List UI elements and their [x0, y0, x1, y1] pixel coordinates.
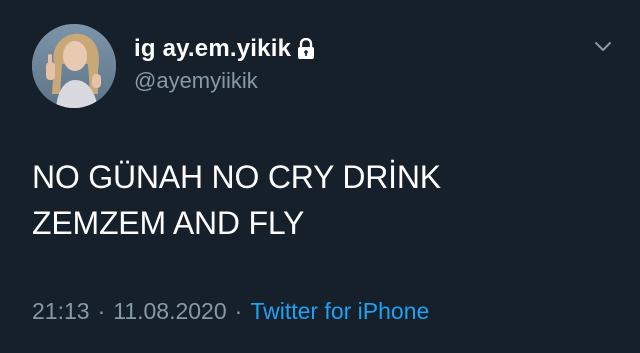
tweet-text-line-2: ZEMZEM AND FLY	[32, 205, 305, 241]
meta-separator-1: ·	[97, 298, 106, 324]
tweet-source-link[interactable]: Twitter for iPhone	[250, 298, 429, 325]
lock-icon	[297, 37, 315, 60]
avatar-image	[32, 24, 116, 108]
tweet-header: ig ay.em.yikik @ayemyiikik	[32, 24, 622, 108]
tweet-text: NO GÜNAH NO CRY DRİNK ZEMZEM AND FLY	[32, 154, 612, 246]
display-name[interactable]: ig ay.em.yikik	[134, 35, 291, 63]
user-names: ig ay.em.yikik @ayemyiikik	[134, 34, 315, 94]
user-handle[interactable]: @ayemyiikik	[134, 68, 315, 94]
display-name-row: ig ay.em.yikik	[134, 34, 315, 64]
tweet-metadata: 21:13 · 11.08.2020 · Twitter for iPhone	[32, 298, 429, 325]
avatar[interactable]	[32, 24, 116, 108]
tweet-date[interactable]: 11.08.2020	[113, 298, 226, 325]
meta-separator-2: ·	[234, 298, 243, 324]
tweet-card: ig ay.em.yikik @ayemyiikik NO GÜNAH NO C…	[0, 0, 640, 353]
tweet-text-line-1: NO GÜNAH NO CRY DRİNK	[32, 159, 441, 195]
tweet-time[interactable]: 21:13	[32, 298, 90, 325]
chevron-down-icon[interactable]	[594, 40, 612, 52]
